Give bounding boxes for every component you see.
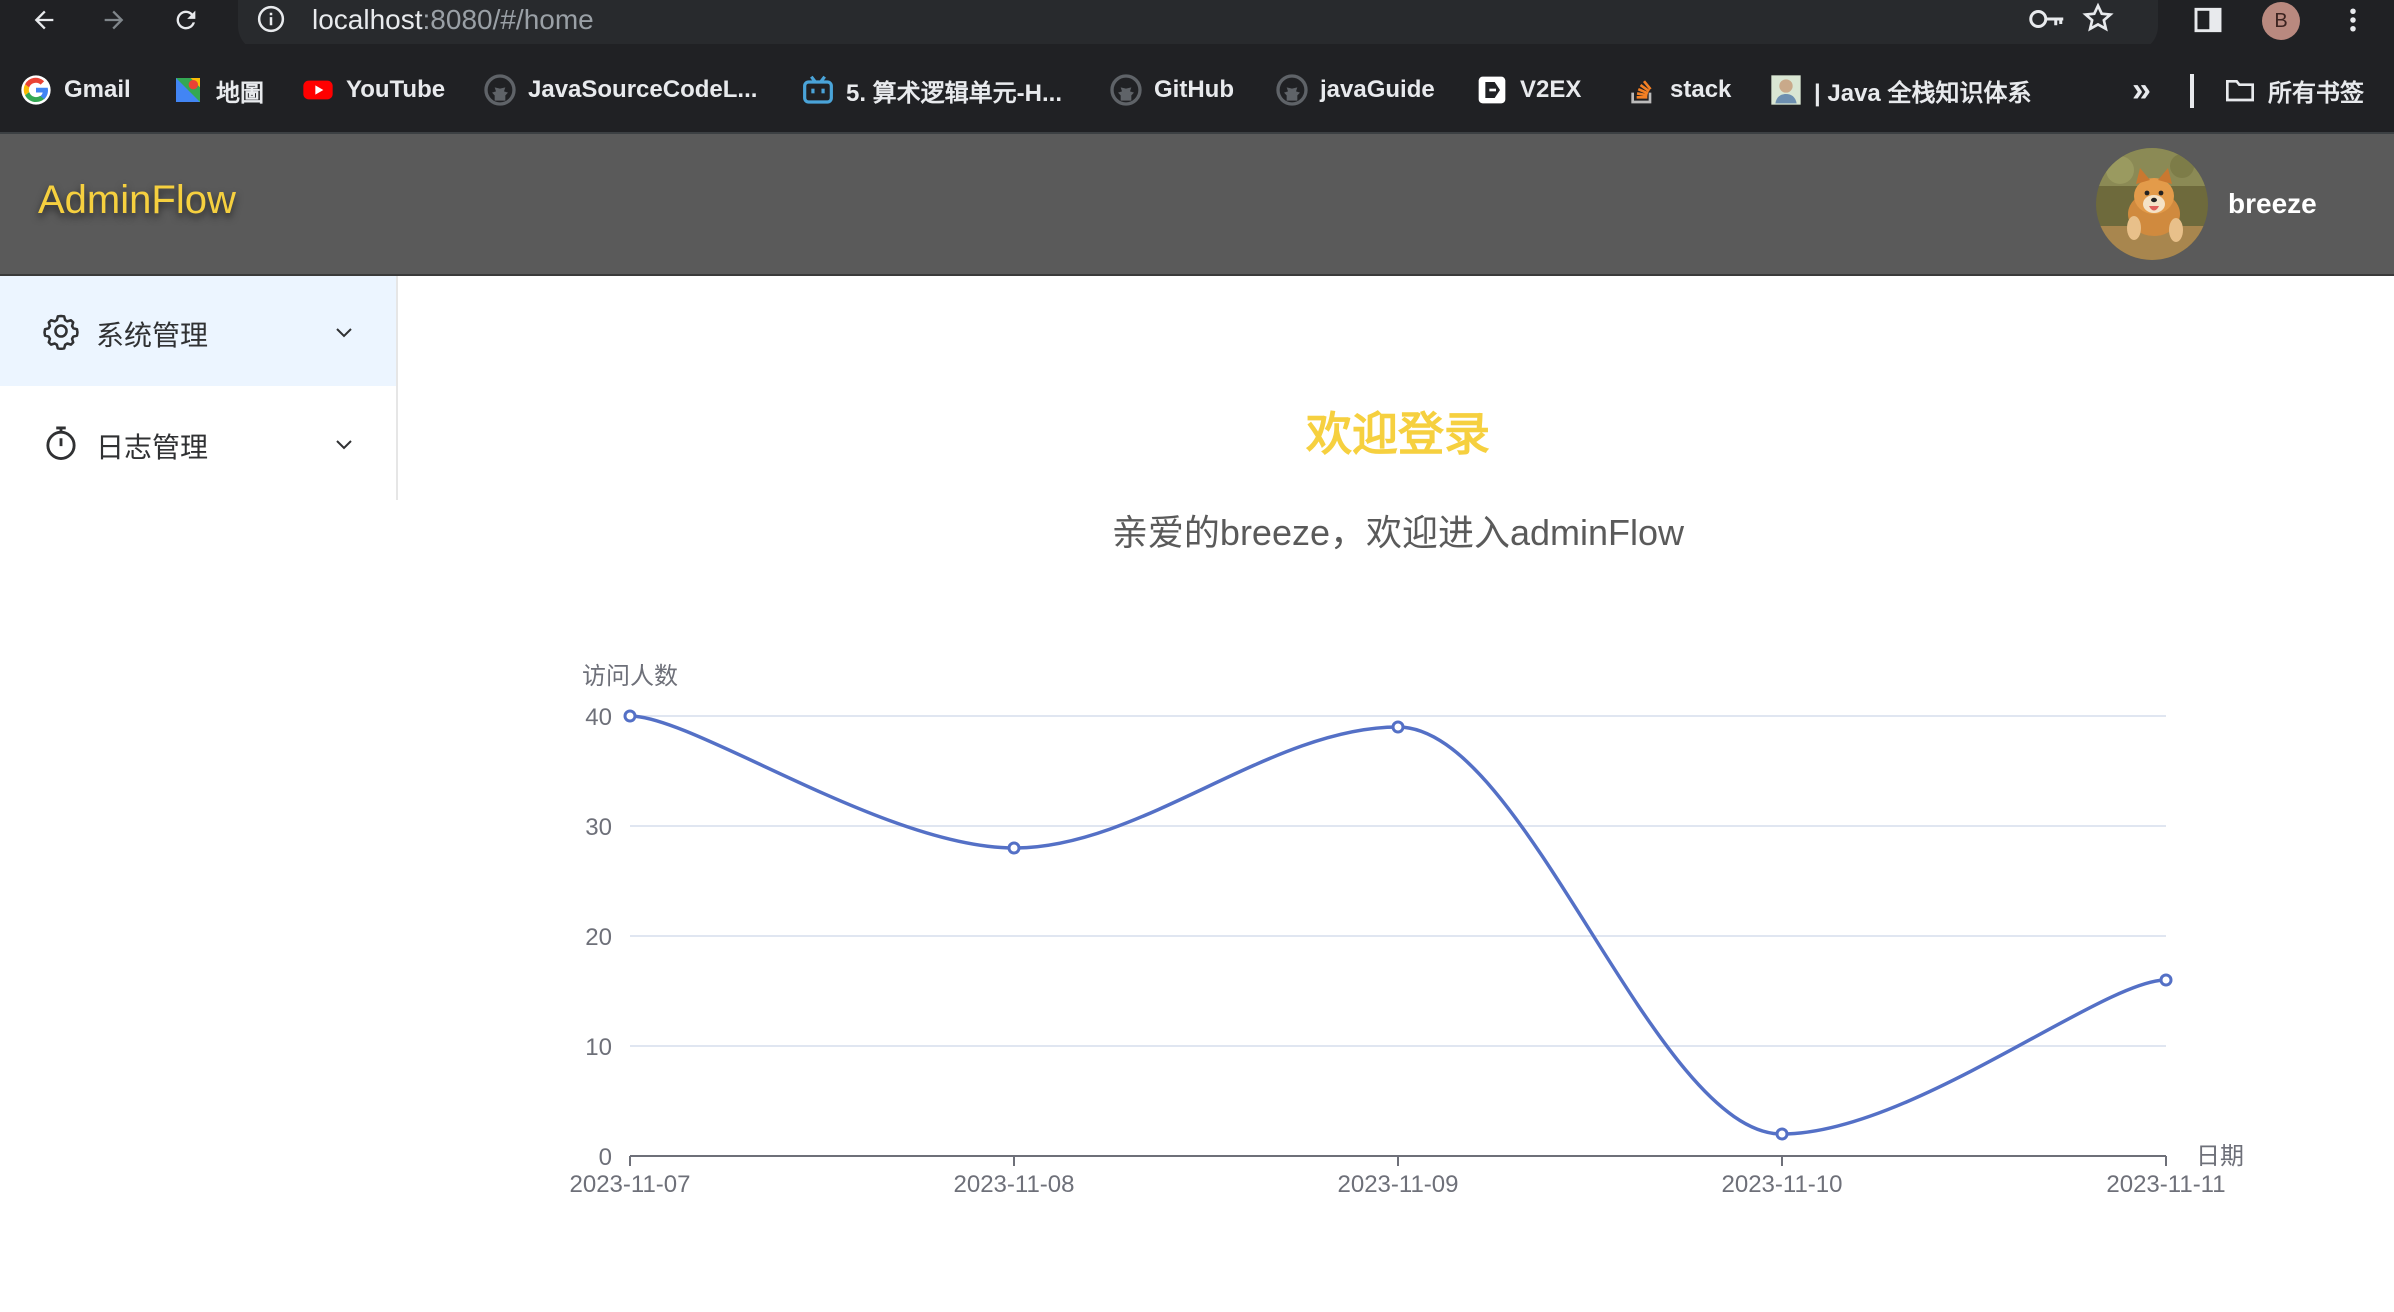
gmail-icon xyxy=(21,75,51,105)
welcome-title: 欢迎登录 xyxy=(1306,408,1490,460)
reload-button[interactable] xyxy=(164,0,208,40)
welcome-subtitle: 亲爱的breeze，欢迎进入adminFlow xyxy=(1111,512,1685,553)
profile-avatar[interactable]: B xyxy=(2262,2,2300,40)
bookmark-label: V2EX xyxy=(1520,76,1582,103)
bilibili-icon xyxy=(803,75,833,104)
all-bookmarks-button[interactable]: 所有书签 xyxy=(2224,70,2364,110)
url-text[interactable]: localhost:8080/#/home xyxy=(312,4,594,36)
bookmark-maps[interactable]: 地圖 xyxy=(172,70,264,110)
arrow-right-icon xyxy=(104,10,124,30)
bookmark-label: | Java 全栈知识体系 xyxy=(1814,79,2032,107)
y-tick-label: 0 xyxy=(599,1144,612,1171)
github-icon xyxy=(1276,74,1308,106)
bookmark-youtube[interactable]: YouTube xyxy=(302,70,445,110)
more-vert-icon[interactable] xyxy=(2338,4,2368,36)
bookmark-label: YouTube xyxy=(346,76,446,103)
data-point xyxy=(1391,720,1405,734)
y-tick-label: 30 xyxy=(585,814,612,841)
bookmark-label: JavaSourceCodeL... xyxy=(528,76,758,103)
sidebar-item-label: 系统管理 xyxy=(96,320,209,351)
bookmark-label: 地圖 xyxy=(216,79,264,107)
forward-button[interactable] xyxy=(92,0,136,40)
y-tick-label: 10 xyxy=(585,1034,612,1061)
bookmark-v2ex[interactable]: V2EX xyxy=(1476,70,1581,110)
gear-icon xyxy=(43,314,79,350)
bookmark-javasourcecode[interactable]: JavaSourceCodeL... xyxy=(484,70,757,110)
chevron-down-icon xyxy=(336,440,352,450)
bookmark-label: Gmail xyxy=(64,76,131,103)
x-axis-title: 日期 xyxy=(2196,1143,2244,1170)
brand-logo[interactable]: AdminFlow xyxy=(38,178,236,223)
folder-icon xyxy=(2226,80,2254,102)
data-point xyxy=(1775,1127,1789,1141)
x-tick-label: 2023-11-08 xyxy=(954,1171,1075,1198)
star-icon[interactable] xyxy=(2082,2,2114,34)
bookmarks-bar: Gmail 地圖 YouTube JavaSourceCodeL... 5. 算… xyxy=(0,44,2394,134)
info-icon[interactable] xyxy=(256,4,286,34)
visits-line-chart: 0 10 20 30 40 2023-11-07 2023-11-08 2023-11-09 2… xyxy=(570,663,2244,1198)
bookmarks-separator xyxy=(2190,74,2194,108)
timer-icon xyxy=(46,426,76,460)
bookmark-gmail[interactable]: Gmail xyxy=(20,70,131,110)
github-icon xyxy=(1110,74,1142,106)
url-host: localhost xyxy=(312,4,423,35)
app-header: AdminFlow breeze xyxy=(0,134,2394,276)
bookmark-label: stack xyxy=(1670,76,1732,103)
side-panel-icon[interactable] xyxy=(2192,4,2224,36)
url-path: :8080/#/home xyxy=(422,4,594,35)
profile-initial: B xyxy=(2274,9,2288,32)
sidebar-menu: 系统管理 日志管理 xyxy=(0,276,398,500)
y-tick-label: 40 xyxy=(585,704,612,731)
x-tick-label: 2023-11-07 xyxy=(570,1171,691,1198)
x-tick-label: 2023-11-11 xyxy=(2106,1171,2225,1198)
bookmark-github[interactable]: GitHub xyxy=(1110,70,1234,110)
bookmark-label: 所有书签 xyxy=(2268,79,2364,107)
data-point xyxy=(2159,973,2173,987)
sidebar-item-system-management[interactable]: 系统管理 xyxy=(0,276,396,386)
key-icon[interactable] xyxy=(2028,4,2066,34)
arrow-left-icon xyxy=(34,10,54,30)
bookmarks-overflow-button[interactable]: » xyxy=(2132,70,2151,110)
maps-icon xyxy=(176,78,200,102)
bookmark-label: javaGuide xyxy=(1320,76,1435,103)
bookmark-javaguide[interactable]: javaGuide xyxy=(1276,70,1435,110)
user-avatar[interactable] xyxy=(2096,148,2208,260)
data-point xyxy=(1007,841,1021,855)
double-chevron-icon: » xyxy=(2132,70,2151,109)
y-tick-label: 20 xyxy=(585,924,612,951)
v2ex-icon xyxy=(1478,76,1506,104)
data-point xyxy=(623,709,637,723)
youtube-icon xyxy=(303,80,333,100)
bookmark-stack[interactable]: stack xyxy=(1626,70,1731,110)
y-axis-title: 访问人数 xyxy=(582,663,678,690)
bookmark-label: GitHub xyxy=(1154,76,1234,103)
java-site-icon xyxy=(1771,75,1801,105)
github-icon xyxy=(484,74,516,106)
browser-toolbar: localhost:8080/#/home B xyxy=(0,0,2394,52)
dog-photo-icon xyxy=(2096,148,2208,260)
reload-icon xyxy=(176,10,196,30)
stackoverflow-icon xyxy=(1631,80,1652,104)
x-tick-label: 2023-11-09 xyxy=(1338,1171,1459,1198)
sidebar-item-log-management[interactable]: 日志管理 xyxy=(0,388,396,498)
x-tick-label: 2023-11-10 xyxy=(1722,1171,1843,1198)
sidebar-item-label: 日志管理 xyxy=(96,432,209,463)
back-button[interactable] xyxy=(22,0,66,40)
user-name[interactable]: breeze xyxy=(2228,188,2317,220)
chevron-down-icon xyxy=(336,328,352,338)
series-line xyxy=(629,714,2167,1136)
bookmark-java-fullstack[interactable]: | Java 全栈知识体系 xyxy=(1770,70,2031,110)
bookmark-bilibili[interactable]: 5. 算术逻辑单元-H... xyxy=(802,70,1062,110)
bookmark-label: 5. 算术逻辑单元-H... xyxy=(846,79,1063,107)
